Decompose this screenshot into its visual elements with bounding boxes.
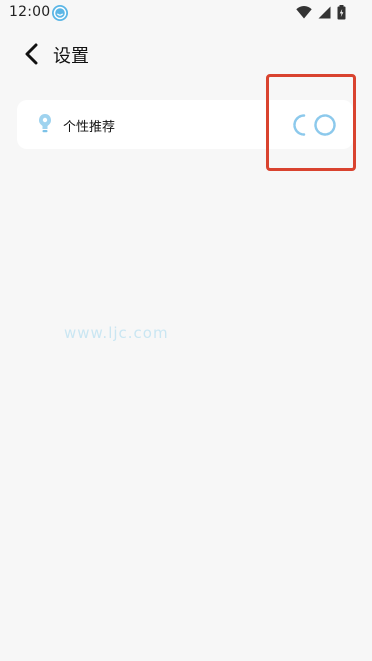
status-icons [296,5,346,20]
page-title: 设置 [53,46,89,67]
sparkle-icon [39,114,51,133]
header: 设置 [0,36,372,72]
signal-icon [318,6,331,19]
row-label: 个性推荐 [63,120,116,135]
battery-icon [337,5,346,20]
status-bar: 12:00 [0,0,372,26]
wifi-icon [296,6,312,19]
watermark: www.ljc.com [64,324,169,342]
smiley-app-icon [52,5,68,21]
back-button[interactable] [18,40,46,68]
status-time: 12:00 [9,4,51,20]
chevron-left-icon [25,43,38,65]
highlight-box [266,74,356,171]
